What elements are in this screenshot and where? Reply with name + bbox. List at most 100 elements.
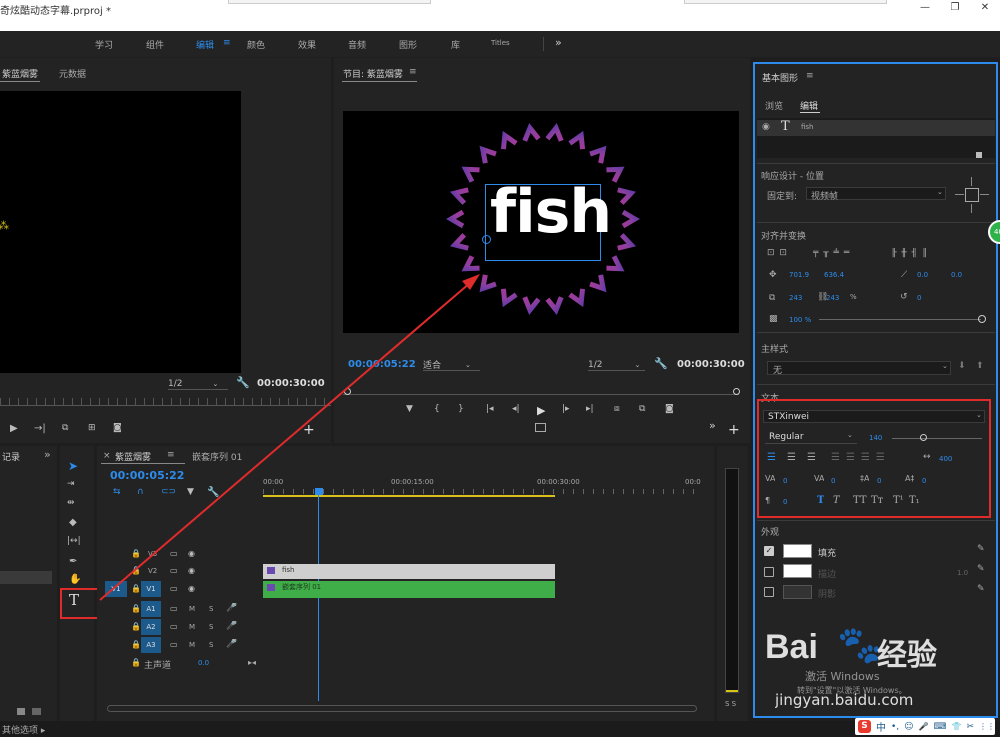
- mark-out-icon[interactable]: }: [458, 404, 464, 414]
- anchor-x[interactable]: 0.0: [917, 271, 928, 279]
- nest-toggle-icon[interactable]: ⇆: [113, 487, 121, 497]
- ime-keyboard-icon[interactable]: ⌨: [934, 722, 947, 732]
- insert-icon[interactable]: ⧉: [62, 423, 68, 433]
- overwrite-icon[interactable]: ⊞: [88, 423, 96, 433]
- eyedropper-icon[interactable]: ✎: [977, 584, 985, 594]
- project-bin-icon[interactable]: [32, 708, 41, 715]
- track-select-tool-icon[interactable]: ⇥: [67, 479, 75, 489]
- source-patch-v1[interactable]: V1: [105, 581, 127, 597]
- camera-icon[interactable]: ◙: [113, 423, 122, 433]
- workspace-menu-icon[interactable]: ≡: [223, 38, 231, 48]
- track-output-icon[interactable]: ▭: [170, 640, 178, 649]
- workspace-learn[interactable]: 学习: [95, 38, 113, 51]
- slip-tool-icon[interactable]: |↔|: [67, 536, 81, 546]
- master-end-icon[interactable]: ▸◂: [248, 658, 256, 667]
- source-tab[interactable]: 紫蓝烟雾: [2, 67, 38, 80]
- lock-icon[interactable]: 🔒: [131, 566, 141, 575]
- workspace-audio[interactable]: 音频: [348, 38, 366, 51]
- scale-width[interactable]: 243: [789, 294, 802, 302]
- microphone-icon[interactable]: 🎤: [226, 603, 237, 613]
- solo-button[interactable]: S: [209, 605, 213, 613]
- lock-icon[interactable]: 🔒: [131, 584, 141, 593]
- clip-fish[interactable]: fish: [263, 564, 555, 579]
- ime-voice-icon[interactable]: 🎤: [919, 722, 929, 731]
- microphone-icon[interactable]: 🎤: [226, 639, 237, 649]
- track-output-icon[interactable]: ▭: [170, 549, 178, 558]
- lock-icon[interactable]: 🔒: [131, 622, 141, 631]
- source-step-icon[interactable]: →|: [34, 423, 46, 434]
- anchor-point-icon[interactable]: [482, 235, 491, 244]
- track-output-icon[interactable]: ▭: [170, 622, 178, 631]
- wrench-icon[interactable]: 🔧: [236, 376, 250, 389]
- opacity-slider[interactable]: [819, 319, 981, 320]
- track-target-a3[interactable]: A3: [141, 637, 161, 653]
- clip-nested[interactable]: 嵌套序列 01: [263, 581, 555, 598]
- timeline-ruler[interactable]: 00:00 00:00:15:00 00:00:30:00 00:0: [263, 476, 701, 498]
- ime-chinese-icon[interactable]: 中: [876, 719, 886, 734]
- track-target-a2[interactable]: A2: [141, 619, 161, 635]
- timeline-timecode[interactable]: 00:00:05:22: [110, 469, 184, 482]
- export-frame-icon[interactable]: ◙: [665, 404, 674, 414]
- hand-tool-icon[interactable]: ✋: [69, 574, 81, 585]
- fit-select[interactable]: 适合 ⌄: [423, 359, 480, 371]
- lift-icon[interactable]: ⧈: [614, 404, 620, 414]
- eg-tab-browse[interactable]: 浏览: [765, 99, 783, 112]
- source-zoom-select[interactable]: 1/2 ⌄: [168, 378, 228, 390]
- master-value[interactable]: 0.0: [198, 659, 209, 667]
- timeline-tab-menu-icon[interactable]: ≡: [167, 450, 175, 460]
- new-layer-icon[interactable]: [976, 152, 982, 158]
- eye-icon[interactable]: ◉: [188, 549, 195, 558]
- step-forward-icon[interactable]: |▸: [562, 404, 570, 414]
- eyedropper-icon[interactable]: ✎: [977, 544, 985, 554]
- program-end-marker[interactable]: [733, 388, 740, 395]
- pin-to-select[interactable]: 视频帧 ⌄: [806, 187, 946, 202]
- project-list-view-icon[interactable]: [17, 708, 25, 715]
- work-area-bar[interactable]: [263, 495, 555, 497]
- selection-tool-icon[interactable]: ➤: [68, 459, 78, 473]
- opacity-value[interactable]: 100 %: [789, 316, 811, 324]
- timeline-tab-nested[interactable]: 嵌套序列 01: [192, 450, 242, 463]
- source-add-button[interactable]: +: [303, 422, 315, 438]
- ripple-edit-tool-icon[interactable]: ⇹: [67, 498, 75, 508]
- workspace-libraries[interactable]: 库: [451, 38, 460, 51]
- workspace-assembly[interactable]: 组件: [146, 38, 164, 51]
- snap-icon[interactable]: ∩: [137, 487, 144, 497]
- lock-icon[interactable]: 🔒: [131, 640, 141, 649]
- workspace-more-button[interactable]: »: [555, 36, 562, 49]
- pen-tool-icon[interactable]: ✒: [69, 556, 77, 567]
- eye-icon[interactable]: ◉: [762, 122, 770, 132]
- master-style-select[interactable]: 无 ⌄: [767, 361, 951, 376]
- source-scrub-bar[interactable]: [0, 398, 331, 406]
- program-title[interactable]: 节目: 紫蓝烟雾: [343, 67, 403, 80]
- rotation-value[interactable]: 0: [917, 294, 921, 302]
- step-back-icon[interactable]: ◂|: [512, 404, 520, 414]
- go-to-in-icon[interactable]: |◂: [486, 404, 494, 414]
- shadow-color-swatch[interactable]: [783, 585, 812, 599]
- metadata-tab[interactable]: 元数据: [59, 67, 86, 80]
- program-add-button[interactable]: +: [728, 422, 740, 438]
- timeline-settings-icon[interactable]: 🔧: [207, 487, 219, 498]
- track-target-v1[interactable]: V1: [141, 581, 161, 597]
- stroke-checkbox[interactable]: [764, 567, 774, 577]
- timeline-horizontal-scrollbar[interactable]: [107, 705, 697, 712]
- workspace-graphics[interactable]: 图形: [399, 38, 417, 51]
- marker-icon[interactable]: ▼: [406, 404, 413, 414]
- track-target-a1[interactable]: A1: [141, 601, 161, 617]
- mute-button[interactable]: M: [189, 605, 195, 613]
- fill-checkbox[interactable]: ✓: [764, 546, 774, 556]
- minimize-button[interactable]: —: [910, 0, 940, 14]
- shadow-checkbox[interactable]: [764, 587, 774, 597]
- anchor-y[interactable]: 0.0: [951, 271, 962, 279]
- source-play-in-icon[interactable]: ▶: [10, 423, 18, 434]
- workspace-color[interactable]: 颜色: [247, 38, 265, 51]
- restore-button[interactable]: ❐: [940, 0, 970, 14]
- lock-icon[interactable]: 🔒: [131, 658, 141, 667]
- project-tab[interactable]: 记录: [2, 450, 20, 463]
- solo-button[interactable]: S: [209, 623, 213, 631]
- eg-tab-edit[interactable]: 编辑: [800, 99, 818, 112]
- project-selected-row[interactable]: [0, 571, 52, 584]
- pin-edges-widget[interactable]: [955, 177, 989, 213]
- align-icons-row[interactable]: ⊡ ⊡: [767, 248, 788, 258]
- position-x[interactable]: 701.9: [789, 271, 809, 279]
- timeline-tab-close[interactable]: ×: [103, 451, 111, 461]
